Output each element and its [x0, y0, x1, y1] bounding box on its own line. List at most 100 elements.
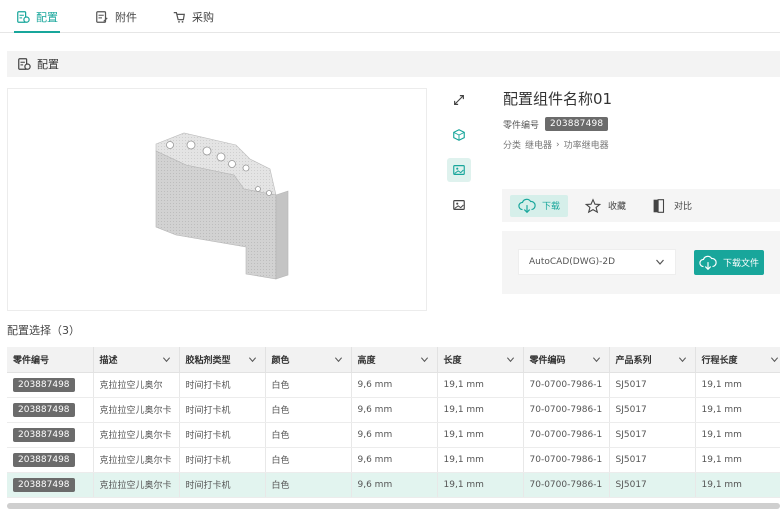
table-header-row: 零件编号 描述 胶粘剂类型 颜色 高度 长度 零件编码 产品系列 行程长度 — [7, 347, 780, 373]
favorite-button[interactable]: 收藏 — [576, 195, 634, 217]
table-cell: 19,1 mm — [695, 472, 780, 498]
cloud-download-icon — [699, 255, 717, 270]
column-header[interactable]: 零件编号 — [7, 347, 94, 373]
table-cell: 克拉拉空儿奥尔卡 — [93, 422, 180, 448]
table-cell: 70-0700-7986-1 — [523, 472, 610, 498]
table-row[interactable]: 203887498 克拉拉空儿奥尔卡 时间打卡机 白色 9,6 mm 19,1 … — [7, 397, 780, 423]
column-header[interactable]: 产品系列 — [609, 347, 696, 373]
format-select[interactable]: AutoCAD(DWG)-2D — [518, 249, 676, 275]
category-link-2[interactable]: 功率继电器 — [564, 138, 609, 151]
scrollbar-thumb[interactable] — [7, 503, 780, 509]
favorite-label: 收藏 — [608, 202, 627, 212]
table-cell: 203887498 — [7, 397, 94, 423]
table-cell: 19,1 mm — [437, 472, 524, 498]
3d-view-icon — [453, 129, 465, 141]
column-header[interactable]: 颜色 — [265, 347, 352, 373]
table-cell: 白色 — [265, 472, 352, 498]
table-cell: 70-0700-7986-1 — [523, 372, 610, 398]
table-cell: 9,6 mm — [351, 447, 438, 473]
column-header-label: 高度 — [357, 355, 376, 366]
part-number-badge: 203887498 — [545, 117, 609, 131]
part-number-badge: 203887498 — [13, 402, 75, 417]
chevron-down-icon[interactable] — [506, 355, 515, 364]
table-cell: 克拉拉空儿奥尔卡 — [93, 447, 180, 473]
compare-button[interactable]: 对比 — [642, 195, 700, 217]
table-row[interactable]: 203887498 克拉拉空儿奥尔卡 时间打卡机 白色 9,6 mm 19,1 … — [7, 422, 780, 448]
table-cell: 时间打卡机 — [179, 447, 266, 473]
part-number-label: 零件编号 — [503, 120, 540, 131]
table-cell: 19,1 mm — [437, 447, 524, 473]
table-cell: 19,1 mm — [695, 422, 780, 448]
column-header[interactable]: 行程长度 — [695, 347, 780, 373]
table-cell: 70-0700-7986-1 — [523, 397, 610, 423]
part-number-row: 零件编号 203887498 — [503, 117, 609, 131]
config-icon — [17, 10, 30, 23]
column-header-label: 颜色 — [271, 355, 290, 366]
format-select-value: AutoCAD(DWG)-2D — [529, 257, 615, 267]
chevron-down-icon[interactable] — [334, 355, 343, 364]
chevron-down-icon[interactable] — [162, 355, 171, 364]
table-cell: 19,1 mm — [437, 422, 524, 448]
table-cell: 9,6 mm — [351, 472, 438, 498]
column-header[interactable]: 胶粘剂类型 — [179, 347, 266, 373]
config-icon — [18, 58, 31, 70]
category-label: 分类 — [503, 141, 522, 151]
table-cell: 203887498 — [7, 422, 94, 448]
category-row: 分类 继电器 › 功率继电器 — [503, 138, 609, 152]
table-cell: SJ5017 — [609, 372, 696, 398]
part-number-badge: 203887498 — [13, 452, 75, 467]
top-tabs: 配置 附件 采购 — [0, 0, 780, 33]
attachment-icon — [96, 10, 108, 23]
column-header-label: 零件编码 — [529, 355, 566, 366]
category-link-1[interactable]: 继电器 — [525, 138, 552, 151]
tab-attachment[interactable]: 附件 — [95, 0, 137, 33]
download-label: 下载 — [542, 202, 561, 212]
column-header-label: 胶粘剂类型 — [185, 355, 231, 366]
star-icon — [584, 197, 602, 213]
config-select-title: 配置选择（3） — [7, 324, 80, 337]
table-cell: 克拉拉空儿奥尔卡 — [93, 397, 180, 423]
tab-purchase[interactable]: 采购 — [172, 0, 214, 33]
compare-icon — [653, 198, 665, 213]
config-table: 零件编号 描述 胶粘剂类型 颜色 高度 长度 零件编码 产品系列 行程长度 20… — [7, 347, 780, 499]
tab-config[interactable]: 配置 — [14, 0, 60, 33]
column-header-label: 行程长度 — [701, 355, 738, 366]
download-file-button[interactable]: 下载文件 — [694, 250, 764, 275]
image-view-icon — [453, 165, 465, 175]
table-cell: SJ5017 — [609, 422, 696, 448]
table-row[interactable]: 203887498 克拉拉空儿奥尔卡 时间打卡机 白色 9,6 mm 19,1 … — [7, 447, 780, 473]
download-button[interactable]: 下载 — [510, 194, 569, 217]
chevron-down-icon[interactable] — [592, 355, 601, 364]
table-cell: 19,1 mm — [437, 372, 524, 398]
column-header[interactable]: 长度 — [437, 347, 524, 373]
table-cell: 时间打卡机 — [179, 397, 266, 423]
column-header[interactable]: 描述 — [93, 347, 180, 373]
table-cell: 时间打卡机 — [179, 422, 266, 448]
chevron-down-icon[interactable] — [420, 355, 429, 364]
3d-view-button[interactable] — [447, 123, 471, 147]
column-header-label: 零件编号 — [13, 355, 50, 366]
horizontal-scrollbar[interactable] — [7, 503, 780, 509]
table-cell: 19,1 mm — [695, 397, 780, 423]
chevron-down-icon[interactable] — [248, 355, 257, 364]
table-row[interactable]: 203887498 克拉拉空儿奥尔 时间打卡机 白色 9,6 mm 19,1 m… — [7, 372, 780, 398]
table-cell: 19,1 mm — [695, 372, 780, 398]
model-preview[interactable] — [7, 88, 427, 311]
part-number-badge: 203887498 — [13, 377, 75, 392]
table-cell: 克拉拉空儿奥尔 — [93, 372, 180, 398]
chevron-down-icon[interactable] — [770, 355, 779, 364]
table-row-selected[interactable]: 203887498 克拉拉空儿奥尔卡 时间打卡机 白色 9,6 mm 19,1 … — [7, 472, 780, 498]
tab-attachment-label: 附件 — [115, 10, 137, 24]
compare-label: 对比 — [674, 202, 693, 212]
column-header[interactable]: 高度 — [351, 347, 438, 373]
image-button[interactable] — [447, 193, 471, 217]
image-view-button[interactable] — [447, 158, 471, 182]
expand-icon — [454, 95, 464, 105]
action-bar: 下载 收藏 对比 — [502, 189, 780, 222]
cloud-download-icon — [518, 198, 536, 213]
expand-button[interactable] — [447, 88, 471, 112]
chevron-down-icon[interactable] — [678, 355, 687, 364]
table-cell: 白色 — [265, 397, 352, 423]
column-header[interactable]: 零件编码 — [523, 347, 610, 373]
table-cell: 19,1 mm — [695, 447, 780, 473]
